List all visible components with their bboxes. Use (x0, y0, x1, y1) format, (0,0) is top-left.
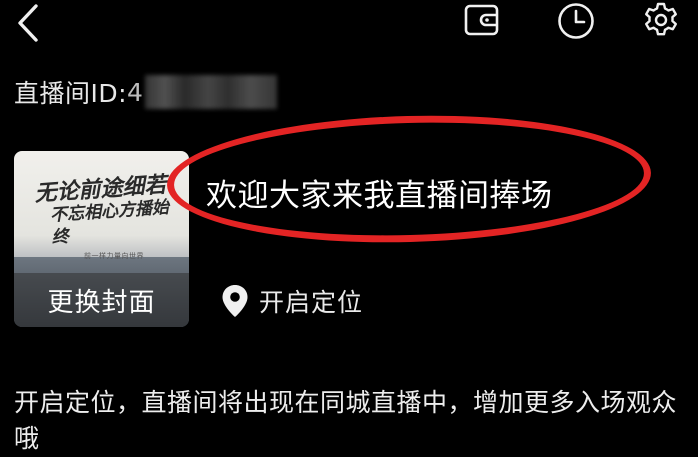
wallet-button[interactable] (464, 2, 500, 38)
location-description: 开启定位，直播间将出现在同城直播中，增加更多入场观众哦 (14, 388, 678, 453)
clock-icon (558, 3, 594, 39)
history-button[interactable] (557, 2, 594, 39)
wallet-icon (464, 4, 499, 36)
cover-small-text: 前一样力量向世界 (84, 252, 144, 260)
room-id-row: 直播间ID: 4 (14, 72, 278, 112)
room-id-value: 4 (127, 77, 144, 107)
change-cover-button[interactable]: 更换封面 (14, 273, 189, 327)
location-pin-icon (222, 285, 248, 317)
cover-calligraphy-line2: 不忘相心方播始终 (49, 197, 170, 248)
room-id-redacted (145, 75, 278, 109)
cover-image[interactable]: 无论前途细若 不忘相心方播始终 前一样力量向世界 更换封面 (14, 151, 189, 327)
gear-icon (645, 2, 677, 36)
location-toggle[interactable]: 开启定位 (221, 281, 363, 321)
cover-calligraphy: 无论前途细若 不忘相心方播始终 (34, 172, 178, 250)
room-id-label: 直播间ID: (14, 79, 128, 108)
chevron-left-icon (18, 4, 38, 42)
settings-button[interactable] (643, 2, 679, 38)
location-label: 开启定位 (259, 288, 364, 317)
room-title-input[interactable]: 欢迎大家来我直播间捧场 (206, 170, 553, 215)
back-button[interactable] (6, 2, 50, 46)
